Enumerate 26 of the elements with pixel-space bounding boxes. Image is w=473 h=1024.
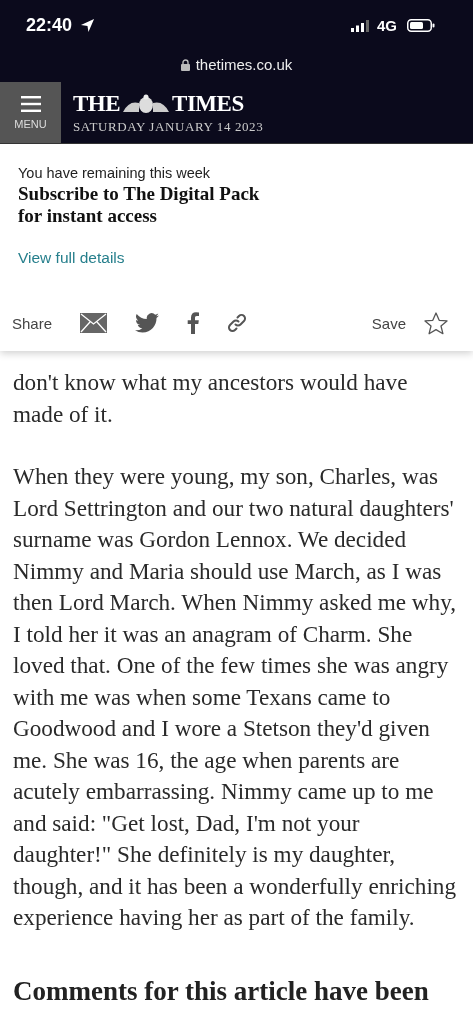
signal-icon [351, 19, 369, 32]
location-arrow-icon [80, 18, 96, 33]
email-icon[interactable] [80, 313, 108, 333]
url-text[interactable]: thetimes.co.uk [195, 56, 293, 73]
link-icon[interactable] [227, 313, 248, 333]
star-icon[interactable] [424, 311, 448, 335]
masthead-date: SATURDAY JANUARY 14 2023 [73, 118, 264, 135]
menu-button[interactable]: MENU [0, 82, 61, 143]
promo-intro: You have remaining this week [18, 165, 212, 181]
lock-icon [180, 58, 190, 71]
article-paragraph: When they were young, my son, Charles, was Lord Settrington and our two natural daughters' surname was Gordon Lennox. We decided Nimmy and Maria should use March, as I was then Lord March. When Nimmy asked me why, I told her it was an anagram of Charm. She loved that. One of the few times she was angry with me was when some Texans came to Goodwood and I wore a Stetson they'd given me. She was 16, the age when parents are acutely embarrassing. Nimmy came up to me and said: "Get lost, Dad, I'm not your daughter!" She definitely is my daughter, though, and it has been a wonderfully enriching experience having her as part of the family. [13, 462, 458, 932]
comments-heading: Comments for this article have been [13, 974, 430, 1008]
article-paragraph: don't know what my ancestors would have made of it. [13, 368, 409, 429]
letter-f-icon[interactable] [187, 312, 200, 334]
bird-icon[interactable] [135, 313, 160, 333]
status-time: 22:40 [26, 15, 73, 36]
logo-title: THE [73, 90, 121, 117]
view-details-link[interactable]: View full details [18, 249, 125, 267]
network-type: 4G [377, 17, 397, 34]
crest-icon [121, 93, 172, 114]
battery-icon [407, 19, 435, 32]
menu-icon [20, 95, 41, 112]
logo-title: TIMES [172, 90, 244, 117]
save-label: Save [371, 314, 406, 332]
promo-headline: Subscribe to The Digital Pack for instant access [18, 183, 261, 227]
share-label: Share [12, 314, 53, 332]
